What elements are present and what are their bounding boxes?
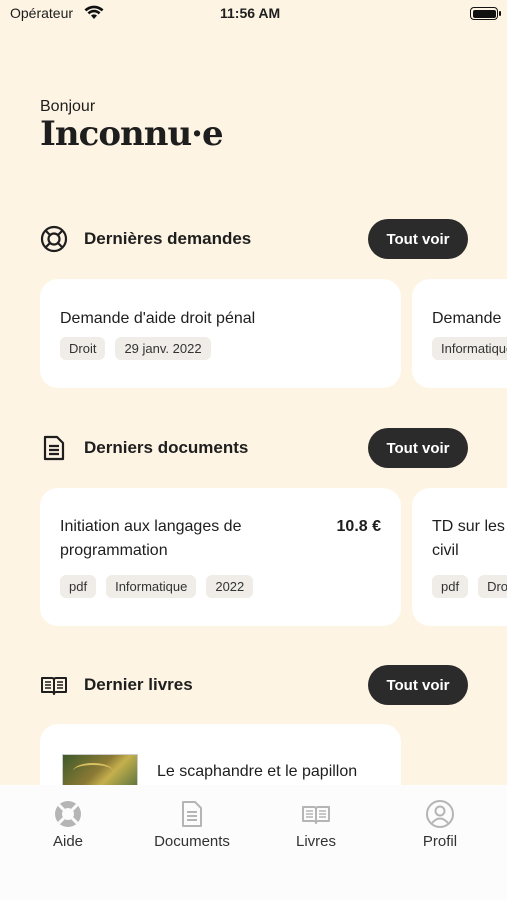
request-tags: Informatique	[432, 337, 507, 360]
document-icon	[43, 435, 65, 461]
requests-see-all-button[interactable]: Tout voir	[368, 219, 468, 259]
books-section-title: Dernier livres	[84, 675, 193, 694]
book-icon	[41, 677, 67, 695]
document-card[interactable]: Initiation aux langages de programmation…	[40, 488, 401, 626]
tag: Informatique	[106, 575, 197, 598]
document-price: 10.8 €	[336, 518, 381, 535]
request-tags: Droit 29 janv. 2022	[60, 337, 211, 360]
tab-documents[interactable]: Documents	[129, 799, 255, 850]
tab-label: Profil	[422, 833, 458, 850]
user-name: Inconnu·e	[40, 114, 224, 154]
status-bar: Opérateur 11:56 AM	[0, 0, 507, 30]
tag: Droit	[60, 337, 106, 360]
tag: 29 janv. 2022	[115, 337, 211, 360]
document-title: TD sur les civil	[432, 518, 505, 559]
document-tags: pdf Dro	[432, 575, 507, 598]
tag: pdf	[432, 575, 469, 598]
book-title: Le scaphandre et le papillon	[157, 763, 358, 780]
documents-see-all-button[interactable]: Tout voir	[368, 428, 468, 468]
tab-profil[interactable]: Profil	[377, 799, 503, 850]
lifebuoy-icon	[55, 801, 81, 827]
requests-section-title: Dernières demandes	[84, 229, 252, 248]
requests-section-header: Dernières demandes Tout voir	[40, 219, 468, 259]
user-icon	[426, 800, 454, 828]
tag: pdf	[60, 575, 97, 598]
tag: 2022	[206, 575, 254, 598]
clock: 11:56 AM	[220, 5, 281, 21]
request-title: Demande	[432, 310, 502, 327]
battery-icon	[470, 7, 501, 20]
tab-bar: Aide Documents Livres Profil	[0, 785, 507, 900]
tag: Informatique	[432, 337, 507, 360]
document-card[interactable]: TD sur les civil pdf Dro	[412, 488, 507, 626]
tab-label: Aide	[52, 833, 84, 850]
tab-livres[interactable]: Livres	[253, 799, 379, 850]
documents-section-header: Derniers documents Tout voir	[40, 428, 468, 468]
documents-section-title: Derniers documents	[84, 438, 249, 457]
document-tags: pdf Informatique 2022	[60, 575, 254, 598]
tab-label: Livres	[295, 833, 336, 850]
document-title: Initiation aux langages de programmation	[60, 518, 242, 559]
document-icon	[182, 801, 202, 827]
books-section-header: Dernier livres Tout voir	[40, 665, 468, 705]
tab-aide[interactable]: Aide	[5, 799, 131, 850]
request-card[interactable]: Demande d'aide droit pénal Droit 29 janv…	[40, 279, 401, 388]
tab-label: Documents	[154, 833, 230, 850]
book-icon	[302, 806, 330, 824]
wifi-icon	[84, 5, 104, 19]
lifebuoy-icon	[40, 225, 68, 253]
tag: Dro	[478, 575, 507, 598]
carrier-label: Opérateur	[10, 5, 74, 21]
books-see-all-button[interactable]: Tout voir	[368, 665, 468, 705]
request-title: Demande d'aide droit pénal	[60, 310, 256, 327]
request-card[interactable]: Demande Informatique	[412, 279, 507, 388]
